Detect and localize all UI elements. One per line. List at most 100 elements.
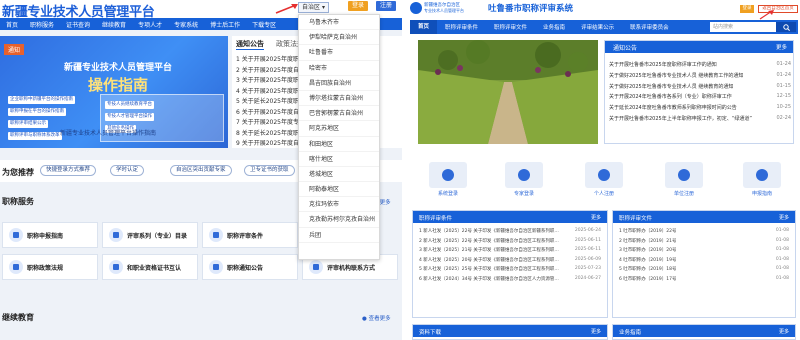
region-option[interactable]: 喀什地区 [299,152,379,167]
right-system-title[interactable]: 吐鲁番市职称评审系统 [488,2,573,14]
region-option[interactable]: 哈密市 [299,61,379,76]
panel-more[interactable]: 更多 [779,214,789,221]
list-item[interactable]: 4 新人社发〔2025〕20号 关于印发《新疆维吾尔自治区工程系列职… 2025-… [419,257,601,267]
list-item[interactable]: 1 新人社发〔2025〕22号 关于印发《新疆维吾尔自治区新疆系列职… 2025-… [419,228,601,238]
search-button[interactable] [776,22,796,32]
region-option[interactable]: 塔城地区 [299,167,379,183]
list-item[interactable]: 1 吐市职称办〔2019〕22号 01-08 [619,228,789,238]
region-option[interactable]: 阿克苏地区 [299,121,379,137]
list-item[interactable]: 6 吐市职称办〔2019〕17号 01-08 [619,276,789,286]
panel-list: 1 吐市职称办〔2019〕22号 01-08 2 吐市职称办〔2019〕21号 01… [619,228,789,285]
service-card[interactable]: 职称政策法规 [2,254,98,280]
service-section-title: 职称服务 [2,197,34,206]
list-item[interactable]: 关于做好2025年吐鲁番市专业技术人员 继续教育的通知 01-15 [609,83,791,94]
region-option[interactable]: 博尔塔拉蒙古自治州 [299,91,379,107]
list-item-date: 2025-06-09 [574,256,601,262]
panel-more[interactable]: 更多 [591,214,601,221]
contact-icon [309,260,323,274]
quick-personal-register[interactable]: 个人注册 [572,162,636,202]
guide-icon [743,162,781,188]
region-option[interactable]: 伊犁哈萨克自治州 [299,30,379,46]
list-item[interactable]: 5 新人社发〔2025〕25号 关于印发《新疆维吾尔自治区工程系列职… 2025-… [419,266,601,276]
right-nav-item[interactable]: 首页 [410,20,438,34]
tab-notices[interactable]: 通知公告 [236,39,264,50]
service-card-label: 评审机构联系方式 [327,264,376,272]
operation-guide-banner[interactable]: 通知 新疆专业技术人员管理平台 操作指南 企业职称中新疆平台的操作指南 职称申报… [0,36,228,148]
service-card[interactable]: 职称申报指南 [2,222,98,248]
list-item[interactable]: 4 吐市职称办〔2019〕19号 01-08 [619,257,789,267]
quick-unit-register[interactable]: 单位注册 [652,162,716,202]
quick-expert-login[interactable]: 专家登录 [492,162,556,202]
list-item[interactable]: 3 新人社发〔2025〕21号 关于印发《新疆维吾尔自治区工程系列职… 2025-… [419,247,601,257]
left-register-button[interactable]: 注册 [376,1,396,11]
quick-system-login[interactable]: 系统登录 [416,162,480,202]
left-nav-item[interactable]: 专项人才 [132,20,168,29]
region-option[interactable]: 吐鲁番市 [299,45,379,61]
list-item[interactable]: 关于延长2024年度吐鲁番市教师系列职称申报时间的公告 10-25 [609,104,791,115]
bell-icon [209,260,223,274]
vineyard-photo [418,40,598,144]
region-option[interactable]: 兵团 [299,228,379,243]
list-item[interactable]: 关于开展吐鲁番市2025年上半年职称申报工作，初定、“绿通道” 02-24 [609,115,791,126]
list-item-title: 3 新人社发〔2025〕21号 关于印发《新疆维吾尔自治区工程系列职… [419,248,559,253]
right-nav-item[interactable]: 业务指南 [535,23,573,31]
region-option[interactable]: 阿勒泰地区 [299,182,379,198]
right-nav-item[interactable]: 评审结果公示 [573,23,622,31]
recommend-button[interactable]: 卫专证书的获取 [244,165,295,176]
list-item-date: 01-15 [776,82,791,89]
service-card[interactable]: 和职业资格证书互认 [102,254,198,280]
left-nav-item[interactable]: 首页 [0,20,24,29]
right-notice-more[interactable]: 更多 [776,43,787,51]
left-login-button[interactable]: 登录 [348,1,368,11]
list-item-title: 关于开展吐鲁番市2025年度职称评审工作的通知 [609,62,717,68]
left-nav-item[interactable]: 证书查询 [60,20,96,29]
list-item-date: 01-08 [775,237,789,243]
site-search-input[interactable]: 站内搜索 [710,22,776,32]
list-item[interactable]: 关于做好2025年吐鲁番市专业技术人员 继续教育工作的通知 01-24 [609,72,791,83]
list-item[interactable]: 2 新人社发〔2025〕22号 关于印发《新疆维吾尔自治区工程系列职… 2025-… [419,238,601,248]
panel-more[interactable]: 更多 [779,328,789,335]
left-nav-item[interactable]: 下载专区 [246,20,282,29]
right-nav-item[interactable]: 职称评审文件 [486,23,535,31]
list-item[interactable]: 2 吐市职称办〔2019〕21号 01-08 [619,238,789,248]
education-more-link[interactable]: ● 查看更多 [362,314,391,322]
region-option[interactable]: 克拉玛依市 [299,197,379,213]
left-nav-item[interactable]: 职称服务 [24,20,60,29]
panel-header: 职称评审条件 更多 [413,211,607,223]
quick-label: 专家登录 [513,191,534,197]
list-item-date: 02-24 [776,114,791,121]
right-nav-item[interactable]: 联系评审委员会 [622,23,677,31]
region-option[interactable]: 巴音郭楞蒙古自治州 [299,106,379,122]
region-select[interactable]: 自治区 ▾ [298,2,329,13]
service-card[interactable]: 评审系列（专业）目录 [102,222,198,248]
recommend-button[interactable]: 自治区突出贡献专家 [170,165,232,176]
right-nav-item[interactable]: 职称评审条件 [437,23,486,31]
list-item[interactable]: 关于开展2024年吐鲁番市各系列（专业）职称评审工作 12-15 [609,93,791,104]
banner-tag: 通知 [4,44,25,55]
right-login-button[interactable]: 登录 [740,5,754,13]
list-item[interactable]: 5 吐市职称办〔2019〕18号 01-08 [619,266,789,276]
service-card[interactable]: 职称评审条件 [202,222,298,248]
list-item-date: 2025-06-11 [574,247,601,252]
panel-header: 资料下载 更多 [413,325,607,337]
list-item[interactable]: 3 吐市职称办〔2019〕20号 01-08 [619,247,789,257]
list-item[interactable]: 关于开展吐鲁番市2025年度职称评审工作的通知 01-24 [609,61,791,72]
quick-apply-guide[interactable]: 申报指南 [730,162,794,202]
recommend-button[interactable]: 快捷登录方式推荐 [40,165,97,176]
region-option[interactable]: 乌鲁木齐市 [299,15,379,31]
left-nav-item[interactable]: 继续教育 [96,20,132,29]
list-item-date: 01-08 [775,275,789,281]
region-option[interactable]: 和田地区 [299,137,379,152]
panel-more[interactable]: 更多 [591,328,601,335]
login-icon [429,162,467,188]
left-nav-item[interactable]: 专家系统 [168,20,204,29]
region-select-label: 自治区 [302,4,321,11]
region-option[interactable]: 克孜勒苏柯尔克孜自治州 [299,212,379,228]
quick-label: 个人注册 [593,191,614,197]
list-item[interactable]: 6 新人社发〔2024〕34号 关于印发《新疆维吾尔自治区人力资源管… 2024-… [419,276,601,286]
service-card[interactable]: 职称通知公告 [202,254,298,280]
left-nav-item[interactable]: 博士后工作 [204,20,246,29]
banner-subtitle: 操作指南 [88,76,149,94]
recommend-button[interactable]: 学时认定 [110,165,145,176]
region-option[interactable]: 昌吉回族自治州 [299,76,379,91]
